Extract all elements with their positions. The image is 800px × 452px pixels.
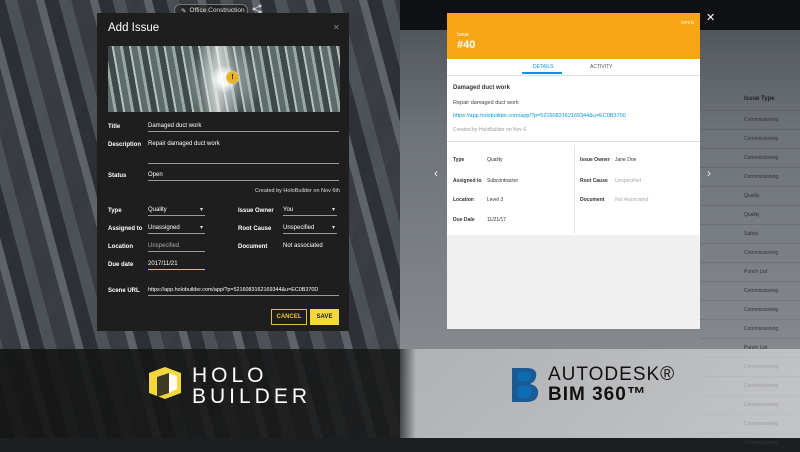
autodesk-wordmark: AUTODESK® <box>548 364 676 385</box>
bim360-wordmark: BIM 360™ <box>548 384 647 405</box>
type-value: Quality <box>487 157 503 163</box>
issue-pin-icon[interactable]: ! <box>226 71 239 84</box>
assigned-to-key: Assigned to <box>453 178 482 184</box>
chevron-left-icon[interactable]: ‹ <box>434 166 438 180</box>
issue-owner-label: Issue Owner <box>238 208 274 214</box>
tab-activity[interactable]: ACTIVITY <box>590 64 613 70</box>
table-row[interactable]: Commissioning <box>700 300 800 319</box>
created-by: Created by HoloBuilder on Nov 6th <box>255 188 340 194</box>
root-cause-select[interactable]: Unspecified <box>283 224 337 234</box>
assigned-to-select[interactable]: Unassigned <box>148 224 205 234</box>
column-divider <box>574 145 575 234</box>
type-key: Type <box>453 157 465 163</box>
dialog-title: Add Issue <box>108 22 160 34</box>
tabs: DETAILS ACTIVITY <box>447 59 700 76</box>
type-label: Type <box>108 208 122 214</box>
table-row[interactable]: Commissioning <box>700 148 800 167</box>
issue-status: OPEN <box>681 20 694 25</box>
scene-url-input[interactable]: https://app.holobuilder.com/app/?p=52160… <box>148 287 339 296</box>
description-label: Description <box>108 142 142 148</box>
issue-owner-key: Issue Owner <box>580 157 610 163</box>
table-row[interactable]: Commissioning <box>700 167 800 186</box>
issue-number: #40 <box>457 39 476 51</box>
cancel-button[interactable]: CANCEL <box>271 309 307 325</box>
due-date-input[interactable]: 2017/11/21 <box>148 261 205 270</box>
table-row[interactable]: Quality <box>700 205 800 224</box>
save-button[interactable]: SAVE <box>310 309 339 325</box>
issue-header-label: Issue <box>457 32 469 38</box>
due-date-value: 11/21/17 <box>487 217 507 223</box>
type-select[interactable]: Quality <box>148 206 205 216</box>
issue-created: Created by HoloBuilder on Nov 6 <box>453 127 527 133</box>
location-input[interactable]: Unspecified <box>148 243 205 252</box>
scene-url-label: Scene URL <box>108 288 140 294</box>
close-icon[interactable]: ✕ <box>333 23 340 32</box>
root-cause-key: Root Cause <box>580 178 608 184</box>
document-key: Document <box>580 197 605 203</box>
root-cause-value: Unspecified <box>615 178 642 184</box>
location-label: Location <box>108 244 133 250</box>
document-value-bim: Not Associated <box>615 197 649 203</box>
table-row[interactable]: Commissioning <box>700 129 800 148</box>
holobuilder-line1: HOLO <box>192 364 268 387</box>
close-panel-icon[interactable]: ✕ <box>706 11 715 24</box>
title-input[interactable]: Damaged duct work <box>148 123 339 132</box>
document-value[interactable]: Not associated <box>283 243 323 251</box>
holobuilder-logo-icon <box>149 367 181 399</box>
active-tab-indicator <box>522 72 562 74</box>
due-date-label: Due date <box>108 262 134 268</box>
add-issue-dialog: Add Issue ✕ ! Title Damaged duct work De… <box>97 13 349 331</box>
autodesk-bim-logo-icon <box>512 368 539 402</box>
assigned-to-label: Assigned to <box>108 226 143 232</box>
holobuilder-line2: BUILDER <box>192 385 312 408</box>
location-value: Level 3 <box>487 197 504 203</box>
document-label: Document <box>238 244 268 250</box>
table-row[interactable]: Commissioning <box>700 243 800 262</box>
table-row[interactable]: Commissioning <box>700 281 800 300</box>
issue-photo[interactable]: ! <box>108 46 340 112</box>
status-input[interactable]: Open <box>148 172 339 181</box>
issue-owner-value: Jane Doe <box>615 157 637 163</box>
divider <box>447 141 700 142</box>
location-key: Location <box>453 197 474 203</box>
issue-type-header: Issue Type <box>744 96 775 102</box>
chevron-right-icon[interactable]: › <box>707 166 711 180</box>
table-row[interactable]: Commissioning <box>700 319 800 338</box>
tab-details[interactable]: DETAILS <box>533 64 553 70</box>
description-input[interactable]: Repair damaged duct work <box>148 141 339 164</box>
status-label: Status <box>108 173 127 179</box>
issue-detail-panel: Issue #40 OPEN DETAILS ACTIVITY Damaged … <box>447 13 700 329</box>
issue-owner-select[interactable]: You <box>283 206 337 216</box>
table-row[interactable]: Safety <box>700 224 800 243</box>
issue-description: Repair damaged duct work <box>453 100 519 106</box>
issue-link[interactable]: https://app.holobuilder.com/app/?p=52160… <box>453 113 626 119</box>
issue-header: Issue #40 OPEN <box>447 13 700 59</box>
due-date-key: Due Date <box>453 217 475 223</box>
table-row[interactable]: Punch List <box>700 262 800 281</box>
assigned-to-value: Subcontractor <box>487 178 519 184</box>
root-cause-label: Root Cause <box>238 226 272 232</box>
panel-footer-area <box>447 235 700 329</box>
table-row[interactable]: Commissioning <box>700 110 800 129</box>
issue-title: Damaged duct work <box>453 85 511 91</box>
table-row[interactable]: Quality <box>700 186 800 205</box>
holobuilder-wordmark: HOLO BUILDER <box>192 365 311 407</box>
title-label: Title <box>108 124 121 130</box>
